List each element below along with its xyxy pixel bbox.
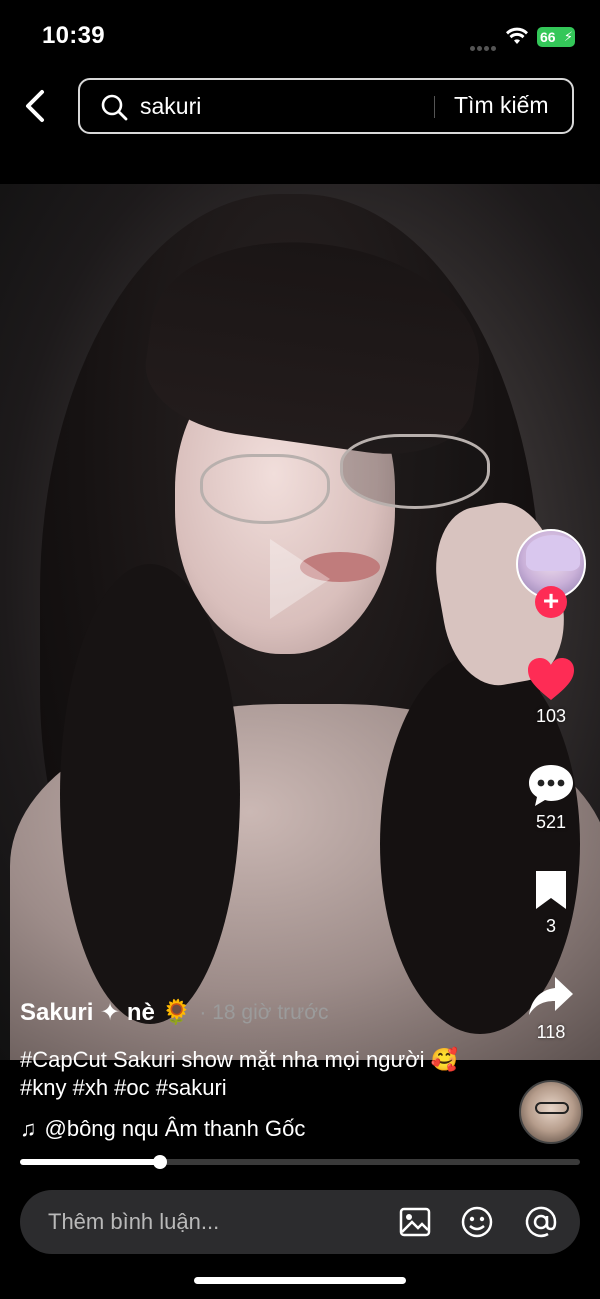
comment-count: 521 [535, 812, 567, 832]
signal-icon [470, 38, 498, 51]
back-icon [26, 90, 44, 122]
author-row[interactable]: Sakuri ✦ nè 🌻 · 18 giờ trước [20, 998, 329, 1027]
home-indicator [194, 1277, 406, 1284]
search-icon [101, 94, 128, 121]
share-button[interactable]: 118 [520, 974, 582, 1043]
play-icon[interactable] [265, 534, 335, 624]
video-progress-bar[interactable] [20, 1155, 580, 1169]
share-count: 118 [536, 1022, 566, 1042]
status-bar: 10:39 66 ⚡ [0, 0, 600, 70]
video-player[interactable] [0, 184, 600, 1060]
comment-input[interactable]: Thêm bình luận... [48, 1209, 219, 1235]
status-time: 10:39 [42, 22, 105, 49]
wifi-icon [506, 27, 528, 44]
like-button[interactable]: 103 [520, 656, 582, 727]
bookmark-button[interactable]: 3 [520, 868, 582, 937]
progress-fill [20, 1159, 160, 1165]
music-avatar-glasses [535, 1102, 569, 1114]
author-name[interactable]: Sakuri ✦ nè 🌻 [20, 998, 191, 1027]
search-input[interactable]: sakuri [140, 93, 201, 120]
search-bar[interactable]: sakuri Tìm kiếm [78, 78, 574, 134]
music-title[interactable]: @bông nqu Âm thanh Gốc [45, 1116, 306, 1142]
post-time: · 18 giờ trước [199, 1000, 329, 1024]
search-divider [434, 96, 435, 118]
comment-icon [529, 765, 573, 806]
follow-button[interactable]: + [535, 586, 567, 618]
video-frame-glasses-left [200, 454, 330, 524]
plus-icon: + [542, 585, 560, 616]
mention-icon[interactable] [524, 1205, 558, 1239]
battery-level: 66 [540, 29, 556, 45]
battery-indicator: 66 ⚡ [537, 27, 575, 47]
image-icon[interactable] [398, 1205, 432, 1239]
heart-icon [528, 658, 574, 700]
progress-handle[interactable] [153, 1155, 167, 1169]
search-submit-button[interactable]: Tìm kiếm [454, 92, 549, 119]
music-note-icon: ♫ [20, 1116, 37, 1141]
share-icon [529, 977, 573, 1015]
music-avatar[interactable] [519, 1080, 583, 1144]
comment-bar[interactable]: Thêm bình luận... [20, 1190, 580, 1254]
video-frame-hair-left [60, 564, 240, 1024]
post-caption[interactable]: #CapCut Sakuri show mặt nha mọi người 🥰 … [20, 1046, 490, 1102]
bookmark-count: 3 [545, 916, 556, 936]
back-button[interactable] [18, 86, 54, 126]
emoji-icon[interactable] [460, 1205, 494, 1239]
music-row[interactable]: ♫ @bông nqu Âm thanh Gốc [20, 1116, 305, 1142]
bookmark-icon [536, 871, 566, 909]
like-count: 103 [535, 706, 567, 726]
video-frame-glasses-right [340, 434, 490, 509]
comment-button[interactable]: 521 [520, 762, 582, 833]
charging-icon: ⚡ [563, 29, 573, 44]
avatar-hair [526, 535, 580, 571]
